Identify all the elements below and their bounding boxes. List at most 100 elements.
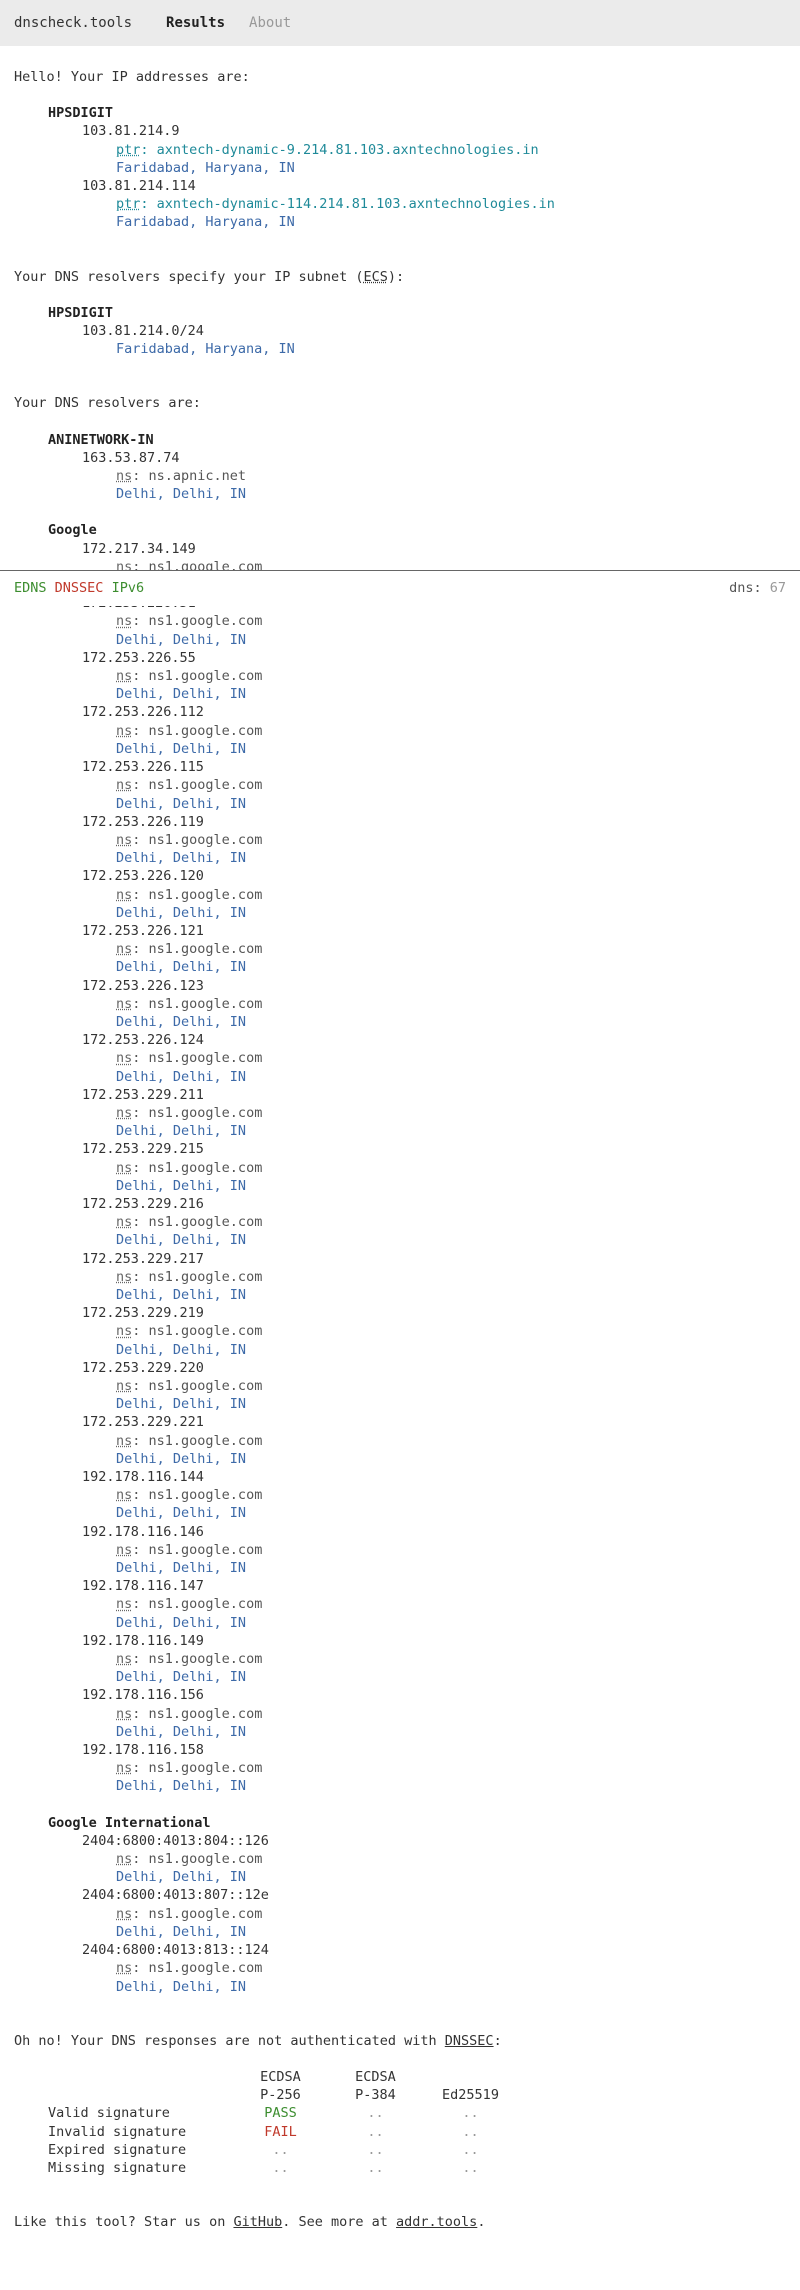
ns-value: ns1.google.com bbox=[148, 1705, 263, 1722]
result-cell: .. bbox=[367, 2123, 384, 2140]
ns-record: ns: ns1.google.com bbox=[116, 1960, 263, 1977]
ns-value: ns1.google.com bbox=[148, 941, 263, 958]
google-resolver-list: 172.253.226.51ns: ns1.google.comDelhi, D… bbox=[14, 594, 786, 1795]
resolver-location: Delhi, Delhi, IN bbox=[116, 1286, 247, 1303]
ns-record: ns: ns1.google.com bbox=[116, 1596, 263, 1613]
ns-record: ns: ns1.google.com bbox=[116, 1651, 263, 1668]
tab-about[interactable]: About bbox=[249, 14, 291, 32]
result-cell: .. bbox=[272, 2159, 289, 2176]
ns-value: ns1.google.com bbox=[148, 1596, 263, 1613]
resolver-location: Delhi, Delhi, IN bbox=[116, 1869, 247, 1886]
resolver-ip: 172.253.226.120 bbox=[82, 868, 204, 885]
resolver-location: Delhi, Delhi, IN bbox=[116, 1978, 247, 1995]
ip-address: 103.81.214.114 bbox=[82, 178, 196, 195]
edns-flag: EDNS bbox=[14, 580, 47, 596]
resolver-location: Delhi, Delhi, IN bbox=[116, 1341, 247, 1358]
ns-value: ns1.google.com bbox=[148, 1851, 263, 1868]
status-bar: EDNS DNSSEC IPv6 dns: 67 bbox=[0, 570, 800, 606]
ns-label: ns bbox=[116, 1104, 133, 1121]
resolver-location: Delhi, Delhi, IN bbox=[116, 631, 247, 648]
result-cell: .. bbox=[367, 2105, 384, 2122]
result-cell: .. bbox=[462, 2105, 479, 2122]
ns-value: ns1.google.com bbox=[148, 1104, 263, 1121]
row-label: Missing signature bbox=[48, 2159, 187, 2176]
ns-label: ns bbox=[116, 468, 133, 485]
ns-value: ns1.google.com bbox=[148, 831, 263, 848]
dns-count-value: 67 bbox=[769, 580, 786, 596]
result-cell: PASS bbox=[264, 2105, 297, 2122]
ns-record: ns: ns1.google.com bbox=[116, 668, 263, 685]
ns-record: ns: ns1.google.com bbox=[116, 1760, 263, 1777]
ip-location: Faridabad, Haryana, IN bbox=[116, 159, 295, 176]
column-header: ECDSA bbox=[355, 2068, 396, 2085]
github-link[interactable]: GitHub bbox=[233, 2214, 282, 2230]
ns-record: ns: ns1.google.com bbox=[116, 941, 263, 958]
ns-record: ns: ns1.google.com bbox=[116, 1159, 263, 1176]
ns-label: ns bbox=[116, 613, 133, 630]
ns-record: ns: ns1.google.com bbox=[116, 995, 263, 1012]
column-header: ECDSA bbox=[260, 2068, 301, 2085]
site-name-link[interactable]: dnscheck.tools bbox=[14, 14, 132, 32]
ns-record: ns: ns1.google.com bbox=[116, 1705, 263, 1722]
resolvers-intro: Your DNS resolvers are: bbox=[14, 395, 201, 412]
table-header-row: P-256 P-384 Ed25519 bbox=[48, 2086, 518, 2104]
resolver-ip: 172.253.226.115 bbox=[82, 759, 204, 776]
resolver-location: Delhi, Delhi, IN bbox=[116, 1450, 247, 1467]
ns-value: ns1.google.com bbox=[148, 668, 263, 685]
result-cell: .. bbox=[367, 2159, 384, 2176]
resolver-location: Delhi, Delhi, IN bbox=[116, 959, 247, 976]
ns-label: ns bbox=[116, 668, 133, 685]
ip-group-name: HPSDIGIT bbox=[48, 105, 114, 122]
ns-label: ns bbox=[116, 722, 133, 739]
resolver-location: Delhi, Delhi, IN bbox=[116, 1723, 247, 1740]
ns-value: ns1.google.com bbox=[148, 1268, 263, 1285]
ns-record: ns: ns1.google.com bbox=[116, 1104, 263, 1121]
tab-results[interactable]: Results bbox=[166, 14, 225, 32]
resolver-group-name: ANINETWORK-IN bbox=[48, 431, 154, 448]
dnssec-flag: DNSSEC bbox=[54, 580, 104, 596]
ns-label: ns bbox=[116, 1268, 133, 1285]
dnssec-link[interactable]: DNSSEC bbox=[445, 2033, 494, 2049]
ns-label: ns bbox=[116, 1651, 133, 1668]
table-row: Valid signature PASS.... bbox=[48, 2104, 518, 2122]
ns-value: ns1.google.com bbox=[148, 613, 263, 630]
addr-tools-link[interactable]: addr.tools bbox=[396, 2214, 477, 2230]
ns-value: ns1.google.com bbox=[148, 1905, 263, 1922]
result-cell: FAIL bbox=[264, 2123, 297, 2140]
ptr-value: axntech-dynamic-114.214.81.103.axntechno… bbox=[156, 196, 555, 213]
resolver-group-name: Google International bbox=[48, 1814, 211, 1831]
resolver-ip: 192.178.116.144 bbox=[82, 1469, 204, 1486]
ns-value: ns1.google.com bbox=[148, 1960, 263, 1977]
ns-value: ns1.google.com bbox=[148, 886, 263, 903]
resolver-ip: 2404:6800:4013:807::12e bbox=[82, 1887, 269, 1904]
table-header-spacer bbox=[48, 2068, 233, 2086]
resolver-location: Delhi, Delhi, IN bbox=[116, 1923, 247, 1940]
resolver-ip: 172.253.229.216 bbox=[82, 1195, 204, 1212]
resolver-location: Delhi, Delhi, IN bbox=[116, 850, 247, 867]
resolver-ip: 172.253.226.123 bbox=[82, 977, 204, 994]
resolver-location: Delhi, Delhi, IN bbox=[116, 904, 247, 921]
ns-label: ns bbox=[116, 1760, 133, 1777]
ns-record: ns: ns.apnic.net bbox=[116, 468, 247, 485]
ns-label: ns bbox=[116, 1705, 133, 1722]
ns-value: ns.apnic.net bbox=[148, 468, 247, 485]
ns-label: ns bbox=[116, 1596, 133, 1613]
ecs-group-name: HPSDIGIT bbox=[48, 304, 114, 321]
ptr-label: ptr bbox=[116, 141, 141, 158]
ns-value: ns1.google.com bbox=[148, 1487, 263, 1504]
ns-value: ns1.google.com bbox=[148, 1760, 263, 1777]
ns-label: ns bbox=[116, 1323, 133, 1340]
resolver-location: Delhi, Delhi, IN bbox=[116, 1177, 247, 1194]
ns-label: ns bbox=[116, 1541, 133, 1558]
table-header-spacer bbox=[48, 2086, 233, 2104]
resolver-ip: 192.178.116.147 bbox=[82, 1578, 204, 1595]
ipv6-flag: IPv6 bbox=[111, 580, 145, 596]
resolver-ip: 172.253.229.220 bbox=[82, 1359, 204, 1376]
ns-value: ns1.google.com bbox=[148, 1159, 263, 1176]
ptr-label: ptr bbox=[116, 196, 141, 213]
table-row: Missing signature...... bbox=[48, 2159, 518, 2177]
google-intl-resolver-list: 2404:6800:4013:804::126 ns: ns1.google.co… bbox=[14, 1832, 786, 1996]
resolver-ip: 192.178.116.156 bbox=[82, 1687, 204, 1704]
resolver-ip: 192.178.116.146 bbox=[82, 1523, 204, 1540]
footer: Like this tool? Star us on GitHub. See m… bbox=[14, 2214, 486, 2231]
